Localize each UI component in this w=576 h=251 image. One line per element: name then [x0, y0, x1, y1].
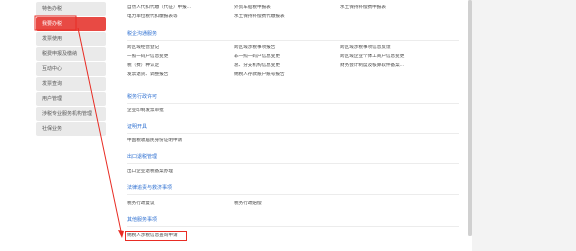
service-link[interactable]: 跨区域涉税事项报告: [234, 45, 334, 51]
section-title-export-rebate: 出口退税管理: [127, 154, 158, 160]
service-link[interactable]: 出口企业退税备案办理: [127, 169, 227, 175]
divider: [127, 103, 459, 104]
service-link[interactable]: 总、分支机构信息变更: [234, 63, 334, 69]
service-link[interactable]: 税务行政赔偿: [234, 201, 334, 207]
service-link[interactable]: 企业印制发票审批: [127, 108, 227, 114]
page-background: [472, 0, 576, 251]
section-title-other-services: 其他服务事项: [127, 217, 158, 223]
section-title-tax-enterprise-communication: 税企沟通服务: [127, 31, 158, 37]
service-link[interactable]: 水土保持补偿费代缴报表: [234, 14, 324, 20]
service-link[interactable]: 水土保持补偿费申报表: [340, 5, 430, 11]
sidebar-item-user-management[interactable]: 用户管理: [36, 92, 106, 106]
sidebar-item-do-tax[interactable]: 我要办税: [36, 17, 106, 31]
service-link[interactable]: 跨区域企业个体工商户信息变更: [340, 54, 440, 60]
divider: [127, 226, 459, 227]
section-title-certificate-issuance: 证明开具: [127, 124, 148, 130]
sidebar-item-tax-filing-payment[interactable]: 税费申报及缴纳: [36, 47, 106, 61]
service-link[interactable]: 自然人代扣代缴（代征）申报...: [127, 5, 217, 11]
divider: [127, 133, 459, 134]
divider: [127, 194, 459, 195]
section-title-legal-relief: 法律追责与救济事项: [127, 185, 173, 191]
sidebar-menu: 特色办税 我要办税 发票使用 税费申报及缴纳 互动中心 发票查询 用户管理 涉税…: [0, 0, 108, 251]
service-list-panel: 自然人代扣代缴（代征）申报... 外贸车船税申报表 水土保持补偿费申报表 电力单…: [117, 0, 469, 251]
service-link[interactable]: 税（费）种认定: [127, 63, 227, 69]
service-link[interactable]: 财务会计制度及核算软件备案...: [340, 63, 440, 69]
service-link[interactable]: 发票退货、调整报告: [127, 72, 227, 78]
sidebar-item-interaction-center[interactable]: 互动中心: [36, 62, 106, 76]
service-link[interactable]: 税务行政复议: [127, 201, 227, 207]
highlight-box: [125, 231, 187, 241]
service-link[interactable]: 中国税收居民身份证明申请: [127, 138, 227, 144]
service-link[interactable]: 电力单位税代扣缴报表等: [127, 14, 217, 20]
sidebar-item-invoice-query[interactable]: 发票查询: [36, 77, 106, 91]
sidebar-item-invoice-use[interactable]: 发票使用: [36, 32, 106, 46]
divider: [127, 163, 459, 164]
service-link[interactable]: 纳税人存款账户账号报告: [234, 72, 334, 78]
service-link[interactable]: 非一照一码户信息变更: [234, 54, 334, 60]
divider: [127, 40, 459, 41]
sidebar-item-featured-tax[interactable]: 特色办税: [36, 2, 106, 16]
service-link[interactable]: 跨区域涉税事项信息反馈: [340, 45, 440, 51]
service-link[interactable]: 外贸车船税申报表: [234, 5, 324, 11]
section-title-administrative-permit: 税务行政许可: [127, 94, 158, 100]
sidebar-item-tax-agency-management[interactable]: 涉税专业服务机构管理: [36, 107, 106, 121]
service-link[interactable]: 一照一码户信息变更: [127, 54, 227, 60]
sidebar-item-social-security[interactable]: 社保业务: [36, 122, 106, 136]
service-link[interactable]: 跨区域经营登记: [127, 45, 227, 51]
